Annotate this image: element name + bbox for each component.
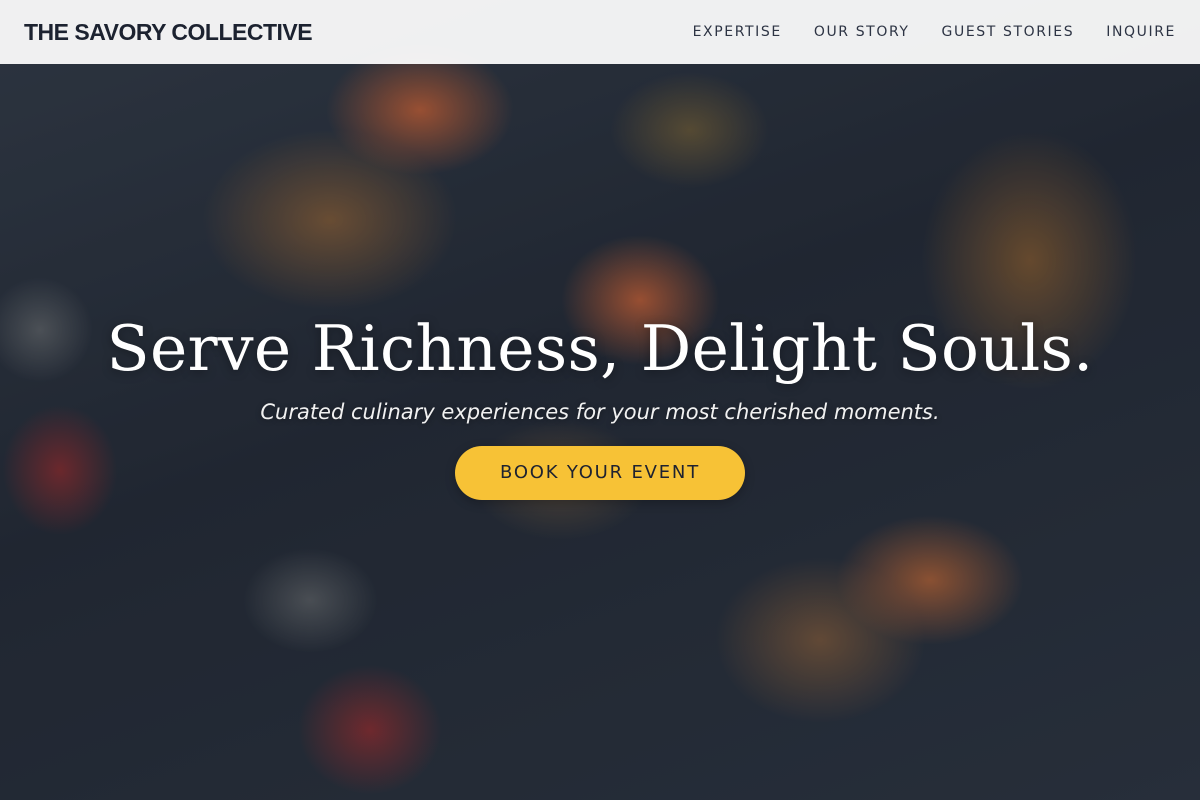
top-navbar: THE SAVORY COLLECTIVE EXPERTISE OUR STOR… [0, 0, 1200, 64]
nav-link-guest-stories[interactable]: GUEST STORIES [942, 24, 1075, 40]
hero-subheadline: Curated culinary experiences for your mo… [260, 400, 940, 424]
hero-headline: Serve Richness, Delight Souls. [106, 312, 1094, 385]
main-nav: EXPERTISE OUR STORY GUEST STORIES INQUIR… [693, 24, 1176, 40]
hero-content: Serve Richness, Delight Souls. Curated c… [0, 306, 1200, 500]
nav-link-our-story[interactable]: OUR STORY [814, 24, 910, 40]
book-event-button[interactable]: BOOK YOUR EVENT [455, 446, 745, 500]
nav-link-inquire[interactable]: INQUIRE [1106, 24, 1176, 40]
brand-logo[interactable]: THE SAVORY COLLECTIVE [24, 19, 313, 46]
nav-link-expertise[interactable]: EXPERTISE [693, 24, 782, 40]
